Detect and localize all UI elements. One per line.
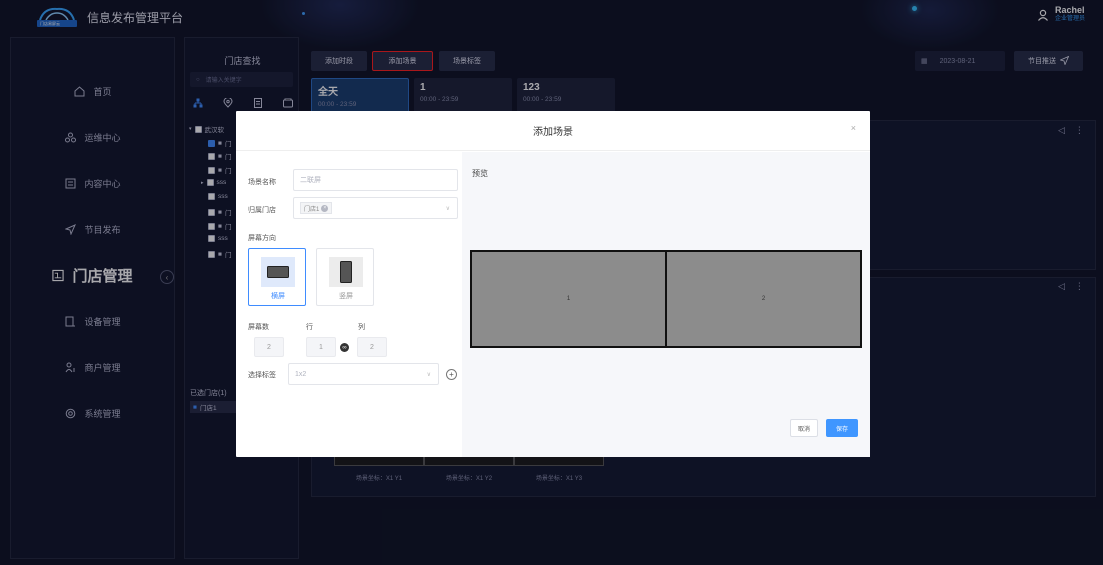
portrait-label: 竖屏 (339, 293, 353, 300)
screen-number: 1 (566, 296, 571, 302)
tag-select[interactable]: 1x2 ∨ (288, 363, 439, 385)
dialog-header: 添加场景 (236, 111, 870, 151)
portrait-option[interactable]: 竖屏 (316, 248, 374, 306)
screen-number: 2 (761, 296, 766, 302)
tag-select-value: 1x2 (295, 370, 307, 378)
tag-label: 选择标签 (248, 372, 276, 379)
row-label: 行 (306, 324, 313, 331)
screen-count-input[interactable]: 2 (254, 337, 284, 357)
dialog-title: 添加场景 (533, 127, 573, 138)
portrait-icon-wrap (329, 257, 363, 287)
store-select[interactable]: 门店1 × ∨ (293, 197, 458, 219)
scene-form: 场景名称 二联屏 归属门店 门店1 × ∨ 屏幕方向 横屏 竖屏 屏幕数 行 列… (236, 152, 462, 457)
store-label: 归属门店 (248, 207, 276, 214)
preview-label: 预览 (472, 169, 488, 178)
chevron-down-icon: ∨ (426, 371, 431, 378)
tag-remove-icon[interactable]: × (321, 204, 329, 212)
orientation-label: 屏幕方向 (248, 235, 276, 242)
screen-tile[interactable]: 1 (472, 252, 665, 346)
save-button[interactable]: 保存 (826, 419, 858, 437)
screen-count-label: 屏幕数 (248, 324, 269, 331)
portrait-screen-icon (340, 261, 352, 283)
close-icon[interactable]: × (851, 123, 856, 133)
preview-pane: 预览 1 2 (462, 152, 870, 457)
add-tag-icon[interactable]: + (446, 369, 457, 380)
store-tag-label: 门店1 (304, 206, 320, 213)
landscape-screen-icon (267, 266, 289, 278)
scene-name-placeholder: 二联屏 (300, 177, 321, 184)
landscape-label: 横屏 (271, 293, 285, 300)
add-scene-dialog: 添加场景 × 场景名称 二联屏 归属门店 门店1 × ∨ 屏幕方向 横屏 竖屏 (236, 111, 870, 457)
col-label: 列 (358, 324, 365, 331)
cancel-button[interactable]: 取消 (790, 419, 818, 437)
chevron-down-icon: ∨ (445, 205, 450, 212)
row-input[interactable]: 1 (306, 337, 336, 357)
landscape-icon-wrap (261, 257, 295, 287)
link-icon[interactable]: ∞ (340, 343, 349, 352)
scene-name-input[interactable]: 二联屏 (293, 169, 458, 191)
landscape-option[interactable]: 横屏 (248, 248, 306, 306)
screen-layout-preview: 1 2 (470, 250, 862, 348)
col-input[interactable]: 2 (357, 337, 387, 357)
store-tag: 门店1 × (300, 202, 333, 214)
scene-name-label: 场景名称 (248, 179, 276, 186)
screen-tile[interactable]: 2 (667, 252, 860, 346)
